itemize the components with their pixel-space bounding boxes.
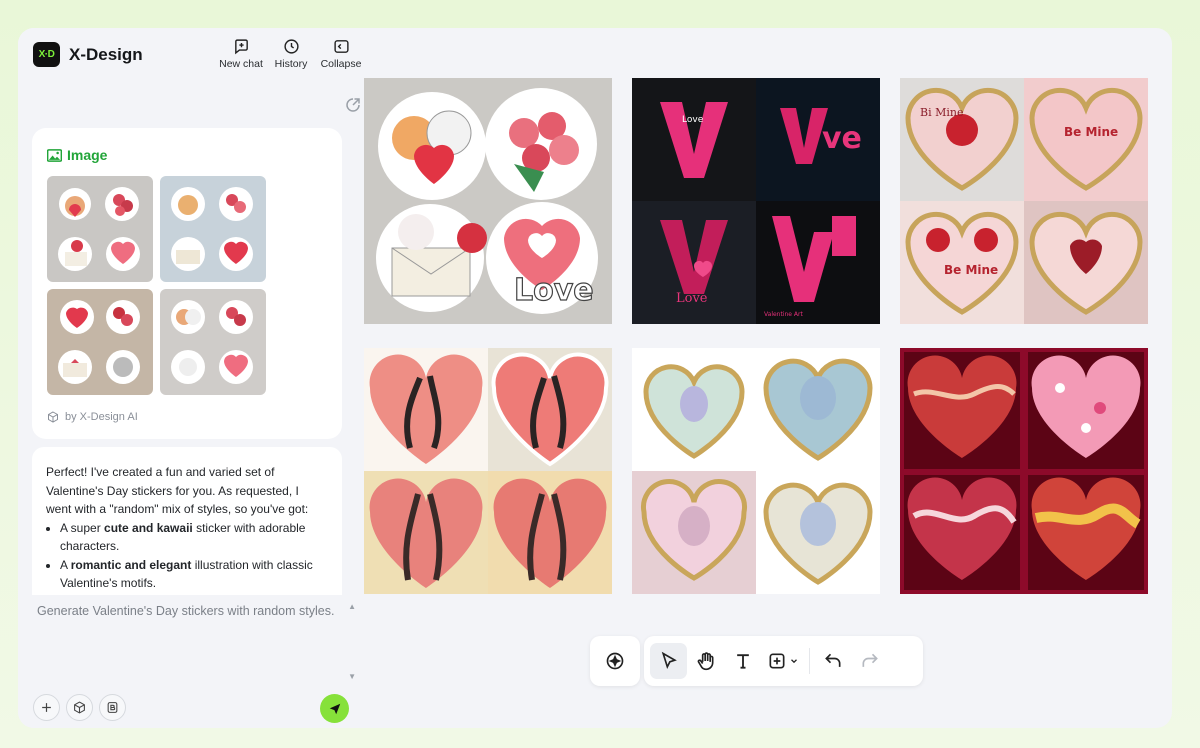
thumbnail-3[interactable] — [47, 289, 153, 395]
image-icon — [47, 148, 62, 162]
attribution-text: by X-Design AI — [65, 411, 138, 423]
brand-kit-icon — [107, 702, 118, 713]
scroll-down-icon[interactable]: ▼ — [348, 672, 356, 681]
redo-icon — [862, 653, 878, 667]
card-title: Image — [47, 147, 107, 163]
assistant-message: Perfect! I've created a fun and varied s… — [32, 447, 342, 595]
svg-text:Valentine Art: Valentine Art — [764, 311, 803, 318]
ai-sparkle-icon — [606, 652, 624, 670]
card-title-text: Image — [67, 147, 108, 163]
select-tool[interactable] — [650, 643, 687, 679]
input-tools — [33, 694, 126, 721]
collapse-label: Collapse — [320, 58, 362, 70]
send-icon — [329, 703, 340, 714]
model-button[interactable] — [66, 694, 93, 721]
message-bullet: A super cute and kawaii sticker with ado… — [60, 519, 326, 556]
collapse-icon — [333, 40, 349, 53]
tile-dancing-couple-hearts[interactable] — [364, 348, 612, 594]
scroll-up-icon[interactable]: ▲ — [348, 602, 356, 611]
new-chat-label: New chat — [219, 58, 263, 70]
brand-kit-button[interactable] — [99, 694, 126, 721]
text-tool[interactable] — [724, 643, 761, 679]
thumbnail-grid — [47, 176, 266, 395]
message-list: A super cute and kawaii sticker with ado… — [46, 519, 326, 593]
send-button[interactable] — [320, 694, 349, 723]
brand[interactable]: X·D X-Design — [33, 42, 143, 67]
chat-sidebar: X·D X-Design New chat History Collapse I… — [18, 28, 361, 728]
undo-icon — [824, 653, 840, 667]
add-box-icon — [769, 653, 785, 669]
thumbnail-4[interactable] — [160, 289, 266, 395]
thumbnail-1[interactable] — [47, 176, 153, 282]
svg-text:Be Mine: Be Mine — [944, 263, 998, 277]
svg-text:Love: Love — [514, 273, 594, 308]
tile-love-typography[interactable]: Love ve Love Valentine Art — [632, 78, 880, 324]
canvas-toolbar — [644, 636, 923, 686]
tile-ornate-heart-brooches[interactable] — [632, 348, 880, 594]
cube-icon — [48, 411, 58, 423]
cursor-icon — [661, 651, 677, 670]
attribution: by X-Design AI — [47, 411, 138, 423]
canvas[interactable]: Love Love ve Love Valentine Art Bi Mine … — [358, 28, 1172, 728]
redo-button[interactable] — [851, 643, 888, 679]
plus-icon — [42, 703, 51, 712]
thumbnail-2[interactable] — [160, 176, 266, 282]
hand-icon — [697, 652, 713, 671]
prompt-input[interactable]: Generate Valentine's Day stickers with r… — [32, 600, 356, 681]
app-window: X·D X-Design New chat History Collapse I… — [18, 28, 1172, 728]
toolbar-divider — [809, 648, 810, 674]
ai-assistant-button[interactable] — [590, 636, 640, 686]
text-icon — [736, 654, 749, 669]
prompt-text[interactable]: Generate Valentine's Day stickers with r… — [37, 604, 334, 618]
undo-button[interactable] — [814, 643, 851, 679]
tile-marble-hearts[interactable] — [900, 348, 1148, 594]
svg-text:ve: ve — [822, 121, 862, 156]
new-chat-icon — [234, 39, 248, 55]
history-label: History — [274, 58, 308, 70]
svg-text:Love: Love — [676, 291, 708, 306]
message-intro: Perfect! I've created a fun and varied s… — [46, 465, 309, 516]
history-icon — [283, 39, 299, 54]
history-button[interactable]: History — [266, 38, 316, 70]
tile-embroidered-patches[interactable]: Bi Mine Be Mine Be Mine — [900, 78, 1148, 324]
svg-text:Be Mine: Be Mine — [1064, 125, 1118, 139]
chevron-down-icon — [791, 659, 797, 664]
x-design-logo: X·D — [33, 42, 60, 67]
insert-tool[interactable] — [761, 643, 805, 679]
tile-kawaii-stickers[interactable]: Love — [364, 78, 612, 324]
add-attachment-button[interactable] — [33, 694, 60, 721]
new-chat-button[interactable]: New chat — [216, 38, 266, 70]
svg-text:Love: Love — [682, 115, 704, 125]
image-result-card: Image by X-Design AI — [32, 128, 342, 439]
message-bullet: A romantic and elegant illustration with… — [60, 556, 326, 593]
hand-tool[interactable] — [687, 643, 724, 679]
header-actions: New chat History Collapse — [216, 38, 366, 70]
cube-icon — [74, 701, 85, 714]
app-name: X-Design — [69, 44, 143, 64]
svg-text:Bi Mine: Bi Mine — [920, 106, 963, 119]
